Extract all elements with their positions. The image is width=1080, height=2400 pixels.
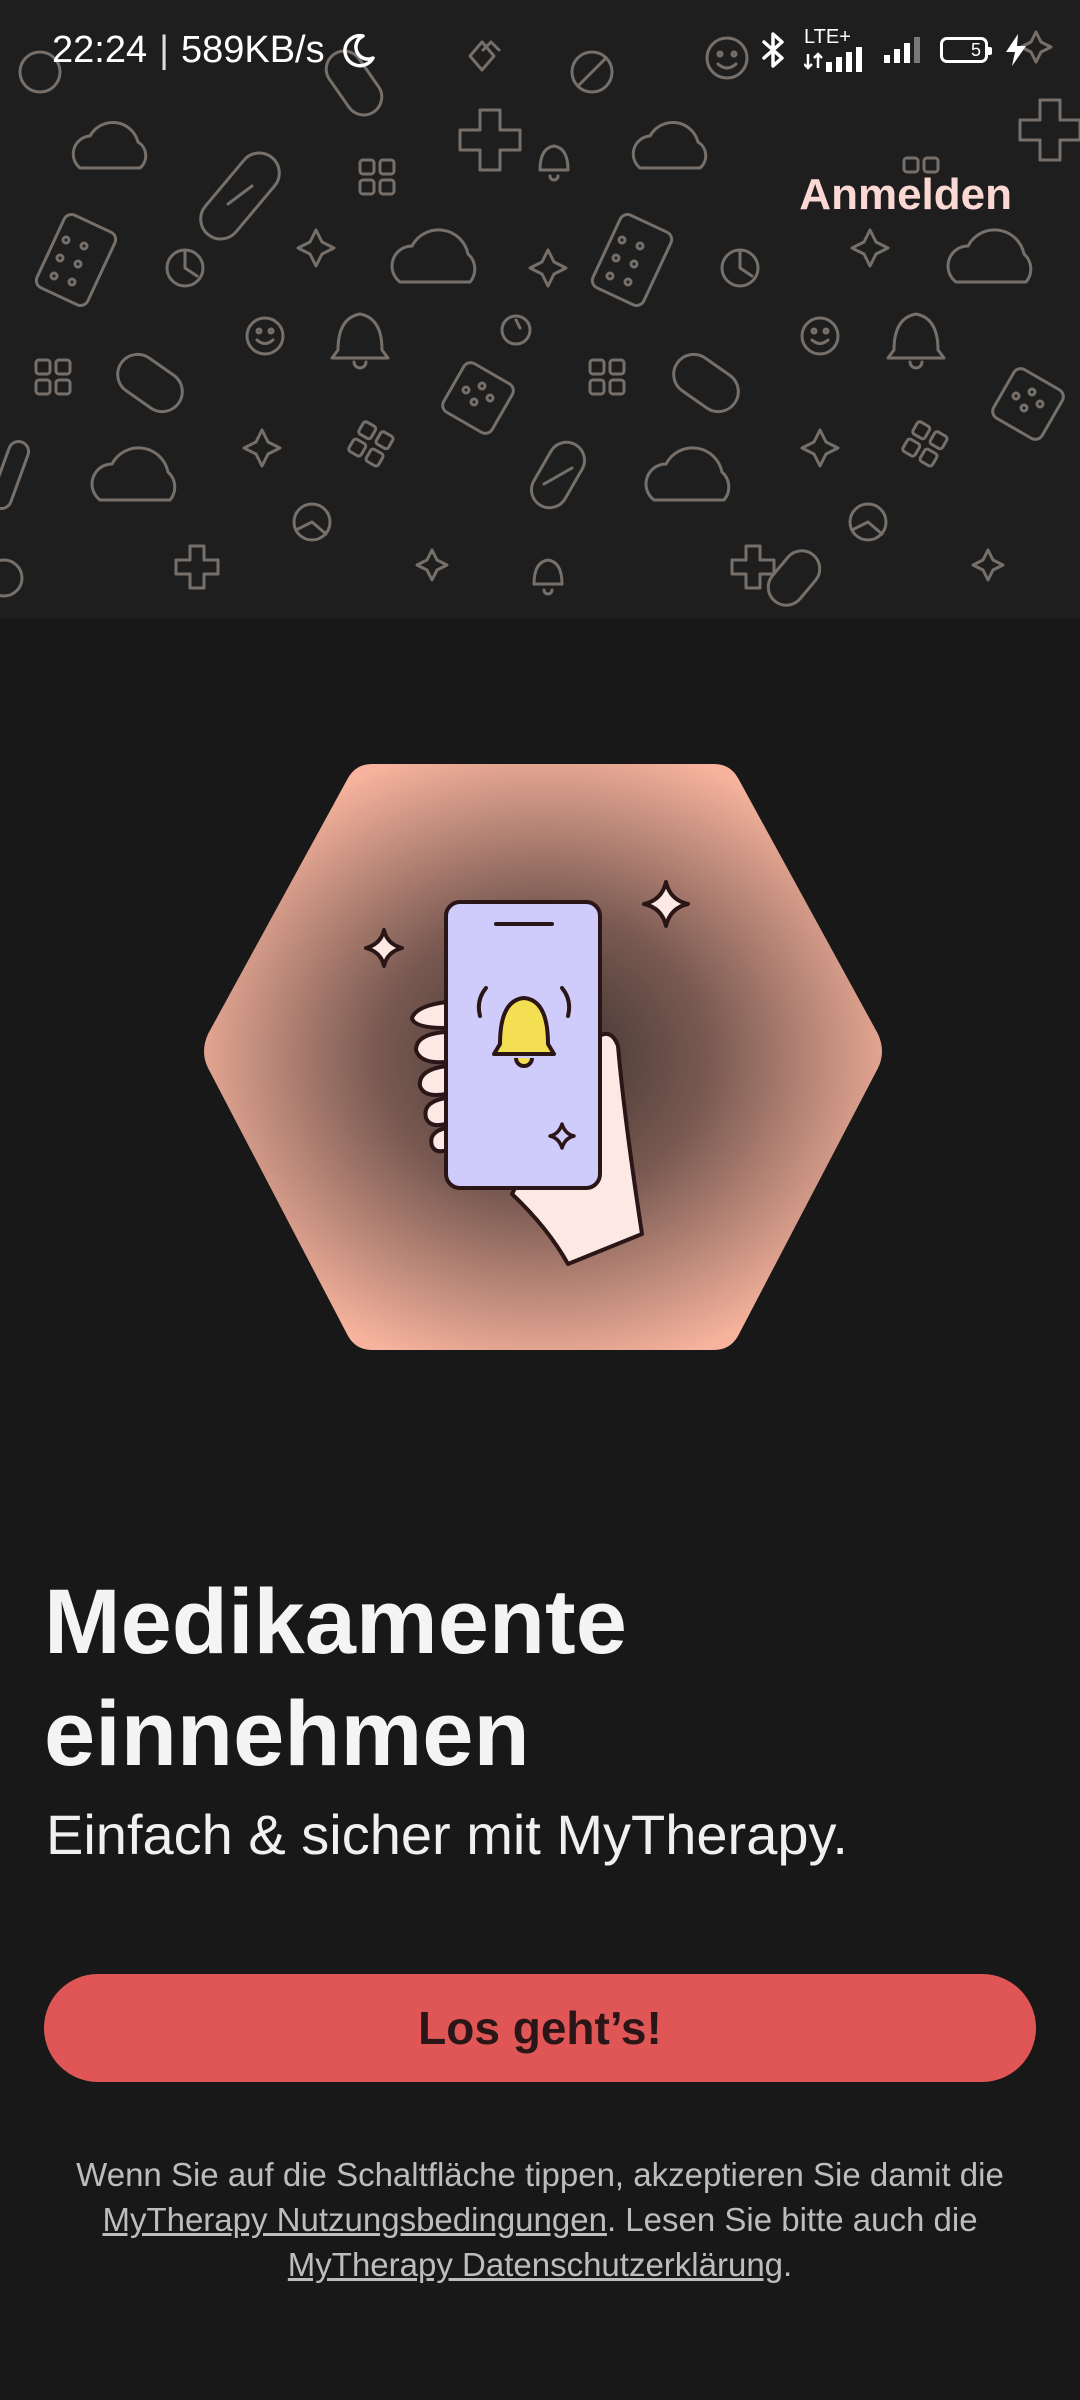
legal-text-after: . xyxy=(783,2246,793,2283)
bluetooth-icon xyxy=(762,32,784,68)
signin-button[interactable]: Anmelden xyxy=(799,170,1012,220)
status-right: LTE+ 5 xyxy=(760,26,1028,72)
legal-text-before: Wenn Sie auf die Schaltfläche tippen, ak… xyxy=(76,2156,1004,2193)
signal-icon xyxy=(884,37,920,63)
network-indicator: LTE+ xyxy=(804,26,868,72)
medication-reminder-illustration xyxy=(204,764,882,1350)
battery-level: 5 xyxy=(970,39,981,60)
status-time: 22:24 xyxy=(52,28,148,71)
onboarding-title: Medikamente einnehmen xyxy=(44,1566,1024,1790)
get-started-button[interactable]: Los geht’s! xyxy=(44,1974,1036,2082)
title-line-1: Medikamente xyxy=(44,1571,627,1673)
signal-icon xyxy=(804,47,862,72)
title-line-2: einnehmen xyxy=(44,1683,530,1785)
status-left: 22:24 | 589KB/s xyxy=(52,29,377,72)
status-net-speed: 589KB/s xyxy=(180,28,325,71)
battery-icon: 5 xyxy=(940,37,992,63)
status-bar: 22:24 | 589KB/s LTE+ 5 xyxy=(0,0,1080,100)
onboarding-subtitle: Einfach & sicher mit MyTherapy. xyxy=(46,1803,848,1866)
legal-text-middle: . Lesen Sie bitte auch die xyxy=(606,2201,978,2238)
network-label: LTE+ xyxy=(804,26,851,48)
charging-icon xyxy=(1006,34,1026,66)
privacy-link[interactable]: MyTherapy Datenschutzerklärung xyxy=(288,2246,783,2283)
legal-notice: Wenn Sie auf die Schaltfläche tippen, ak… xyxy=(60,2152,1020,2287)
terms-link[interactable]: MyTherapy Nutzungsbedingungen xyxy=(102,2201,607,2238)
status-separator: | xyxy=(159,28,169,71)
onboarding-screen: 22:24 | 589KB/s LTE+ 5 Anmelden Medikame… xyxy=(0,0,1080,2400)
moon-icon xyxy=(342,33,375,68)
